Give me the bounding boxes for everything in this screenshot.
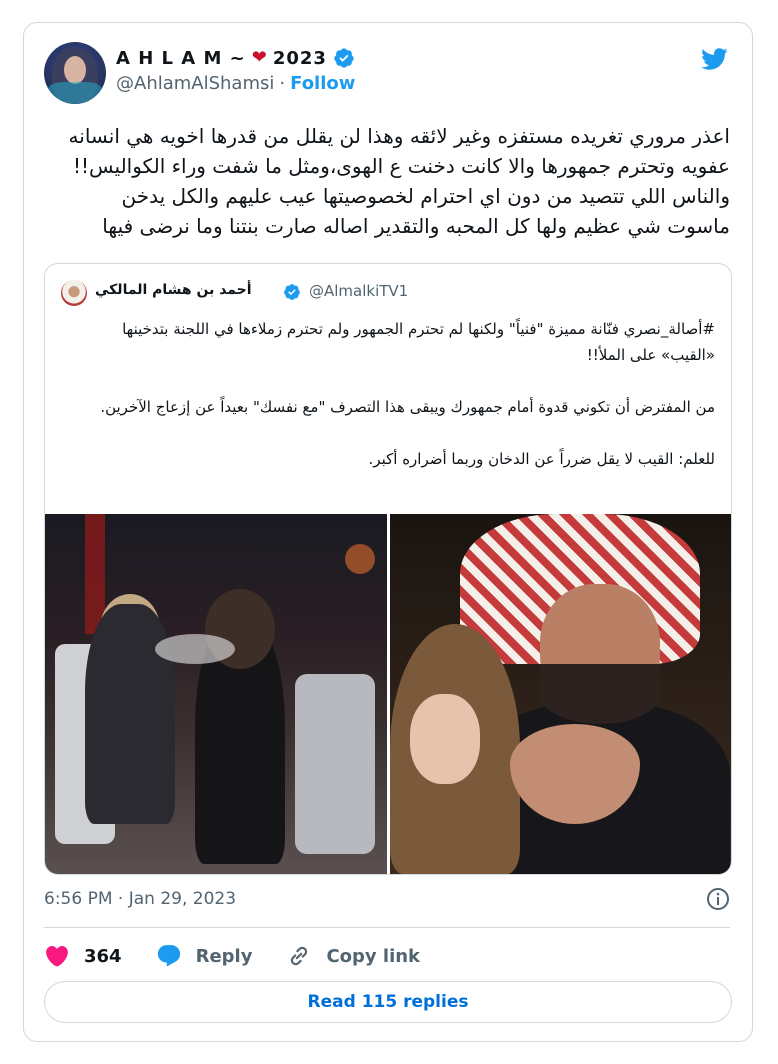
author-handle-row: @AhlamAlShamsi · Follow	[116, 73, 355, 94]
author-name-row: A H L A M ~ ❤ 2023	[116, 45, 355, 71]
tweet-card: A H L A M ~ ❤ 2023 @AhlamAlShamsi · Foll…	[23, 22, 753, 1042]
reply-button[interactable]: Reply	[156, 943, 253, 969]
quoted-line: من المفترض أن تكوني قدوة أمام جمهورك ويب…	[100, 398, 715, 416]
media-photo-left[interactable]	[45, 514, 387, 874]
tweet-line: والناس اللي تتصيد من دون اي احترام لخصوص…	[121, 184, 730, 208]
quoted-media	[45, 514, 731, 874]
author-avatar[interactable]	[44, 42, 106, 104]
copy-link-button[interactable]: Copy link	[286, 943, 420, 969]
author-handle[interactable]: @AhlamAlShamsi	[116, 73, 274, 94]
divider	[44, 927, 730, 928]
tweet-text: اعذر مروري تغريده مستفزه وغير لائقه وهذا…	[44, 121, 730, 241]
author-name[interactable]: A H L A M ~	[116, 48, 246, 69]
quoted-author-avatar[interactable]	[61, 280, 87, 306]
action-bar: 364 Reply Copy link	[44, 941, 454, 971]
link-icon	[291, 946, 308, 966]
follow-button[interactable]: Follow	[290, 73, 355, 94]
tweet-timestamp[interactable]: 6:56 PM · Jan 29, 2023	[44, 889, 236, 909]
likes-count: 364	[84, 945, 122, 967]
read-replies-button[interactable]: Read 115 replies	[44, 981, 732, 1023]
quoted-line: #أصالة_نصري فنّانة مميزة "فنياً" ولكنها …	[122, 320, 715, 338]
tweet-line: ماسوت شي عظيم ولها كل المحبه والتقدير اص…	[102, 214, 730, 238]
quoted-tweet-header: أحمد بن هشام المالكي @AlmalkiTV1	[45, 280, 731, 306]
quoted-line: للعلم: القيب لا يقل ضرراً عن الدخان وربم…	[368, 450, 715, 468]
tweet-line: عفويه وتحترم جمهورها والا كانت دخنت ع ال…	[73, 154, 730, 178]
tweet-line: اعذر مروري تغريده مستفزه وغير لائقه وهذا…	[68, 124, 730, 148]
heart-icon	[46, 945, 68, 967]
twitter-bird-icon[interactable]	[698, 45, 730, 73]
quoted-tweet-text: #أصالة_نصري فنّانة مميزة "فنياً" ولكنها …	[61, 316, 715, 472]
verified-badge-icon	[334, 48, 354, 68]
media-photo-right[interactable]	[389, 514, 731, 874]
quoted-author-handle[interactable]: @AlmalkiTV1	[309, 282, 408, 300]
separator-dot: ·	[279, 73, 286, 94]
quoted-line: «القيب» على الملأ!!	[586, 346, 715, 364]
verified-badge-icon	[284, 284, 300, 300]
reply-label: Reply	[195, 945, 253, 967]
copy-link-label: Copy link	[326, 945, 421, 967]
like-button[interactable]: 364	[44, 943, 122, 969]
author-name-suffix[interactable]: 2023	[273, 48, 327, 69]
quoted-author-name[interactable]: أحمد بن هشام المالكي	[95, 282, 252, 298]
quoted-tweet[interactable]: أحمد بن هشام المالكي @AlmalkiTV1 #أصالة_…	[44, 263, 732, 875]
info-icon[interactable]	[706, 887, 730, 911]
red-heart-emoji: ❤	[251, 47, 267, 68]
speech-bubble-icon	[157, 945, 180, 967]
